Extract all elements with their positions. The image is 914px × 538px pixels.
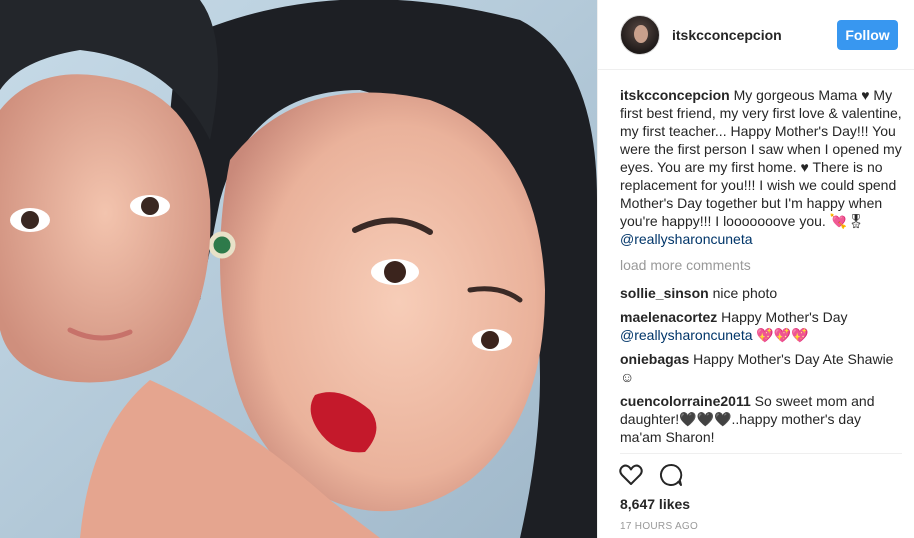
post-panel: itskcconcepcion Follow itskcconcepcion M…	[597, 0, 914, 538]
avatar[interactable]	[620, 14, 660, 55]
comment-text: nice photo	[712, 285, 778, 301]
post-photo[interactable]	[0, 0, 597, 538]
comment-item: cuencolorraine2011 So sweet mom and daug…	[620, 392, 904, 446]
post-timestamp[interactable]: 17 HOURS AGO	[620, 521, 698, 532]
divider	[620, 453, 902, 454]
comment-item: sollie_sinson nice photo	[620, 284, 904, 302]
caption-text: My gorgeous Mama ♥ My first best friend,…	[620, 87, 902, 229]
comments-list: itskcconcepcion My gorgeous Mama ♥ My fi…	[620, 86, 904, 453]
header-username[interactable]: itskcconcepcion	[672, 27, 837, 43]
comment-emoji: 💖💖💖	[756, 327, 809, 343]
action-bar	[618, 462, 684, 488]
photo-illustration	[0, 0, 597, 538]
load-more-comments-link[interactable]: load more comments	[620, 256, 904, 274]
comment-mention[interactable]: @reallysharoncuneta	[620, 327, 753, 343]
comment-item: oniebagas Happy Mother's Day Ate Shawie …	[620, 350, 904, 386]
comment-text: Happy Mother's Day	[721, 309, 848, 325]
caption: itskcconcepcion My gorgeous Mama ♥ My fi…	[620, 86, 904, 248]
comment-username[interactable]: cuencolorraine2011	[620, 393, 751, 409]
post-header: itskcconcepcion Follow	[598, 0, 914, 70]
comment-item: maelenacortez Happy Mother's Day @really…	[620, 308, 904, 344]
heart-icon[interactable]	[618, 462, 644, 488]
comment-icon[interactable]	[658, 462, 684, 488]
caption-mention[interactable]: @reallysharoncuneta	[620, 231, 753, 247]
likes-count[interactable]: 8,647 likes	[620, 496, 690, 512]
follow-button[interactable]: Follow	[837, 19, 898, 50]
comment-username[interactable]: maelenacortez	[620, 309, 717, 325]
caption-username[interactable]: itskcconcepcion	[620, 87, 730, 103]
comment-username[interactable]: oniebagas	[620, 351, 689, 367]
comment-username[interactable]: sollie_sinson	[620, 285, 709, 301]
